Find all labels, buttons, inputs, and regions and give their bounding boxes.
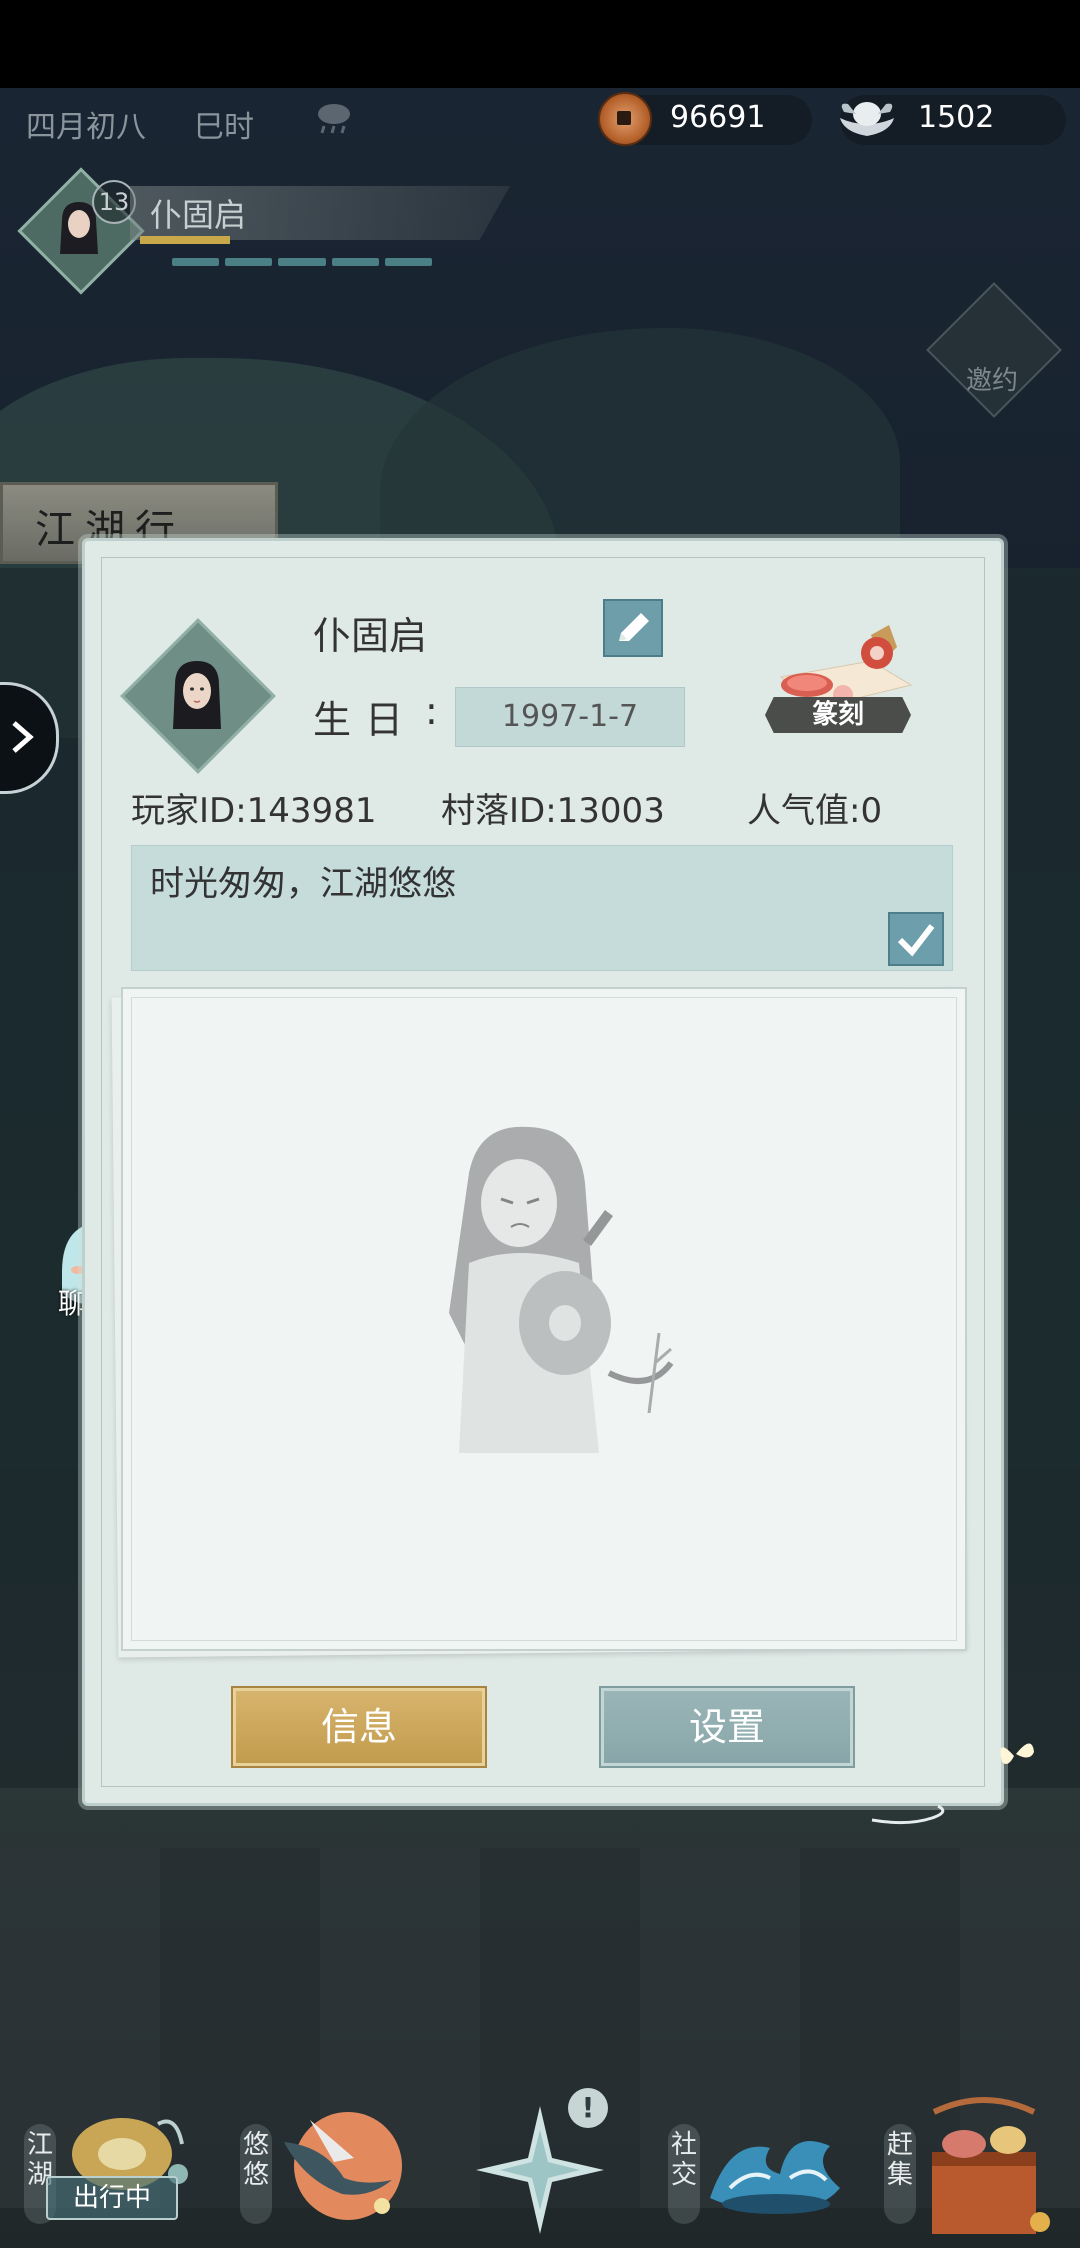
profile-panel: 仆固启 生日 : 1997-1-7 篆刻 玩家ID:143981 村落ID:13… [82,538,1004,1806]
game-hour: 巳时 [194,110,254,145]
player-id: 玩家ID:143981 [131,791,377,831]
nav-social-label[interactable]: 社交 [668,2124,700,2224]
traveling-badge[interactable]: 出行中 [46,2176,178,2220]
village-id: 村落ID:13003 [441,791,665,831]
invite-label: 邀约 [965,366,1018,396]
popularity: 人气值:0 [747,791,883,831]
butterfly-icon [1000,1743,1034,1764]
stamina-bar [172,258,433,266]
wave-social-icon[interactable] [700,2108,850,2218]
birthday-label: 生日 [313,698,418,742]
birthday-colon: : [425,689,438,733]
notification-exclamation-icon: ! [568,2088,608,2128]
profile-name: 仆固启 [313,614,428,658]
check-icon [897,924,935,957]
birthday-field[interactable]: 1997-1-7 [455,687,685,747]
signature-text: 时光匆匆，江湖悠悠 [150,864,456,904]
seal-label[interactable]: 篆刻 [765,697,911,733]
player-name: 仆固启 [150,196,247,234]
experience-bar [140,236,230,244]
character-portrait-frame[interactable] [121,987,967,1651]
silver-ingot-icon [840,102,894,136]
status-bar [0,0,1080,88]
profile-avatar[interactable] [120,618,276,774]
avatar [173,661,221,729]
bottom-nav: 江湖 出行中 悠悠 ! 社交 赶集 [0,2080,1080,2248]
copper-coin-icon [598,92,652,146]
confirm-signature-button[interactable] [888,912,944,966]
top-bar: 四月初八 巳时 96691 1502 [0,88,1080,152]
copper-value: 96691 [670,100,766,135]
invite-button[interactable]: 邀约 [922,278,1062,418]
edit-name-button[interactable] [603,599,663,657]
chevron-right-icon [12,721,34,753]
crane-sun-icon[interactable] [264,2102,414,2232]
info-button[interactable]: 信息 [233,1688,485,1766]
cloud-rain-icon [318,104,350,134]
market-basket-icon[interactable] [914,2094,1064,2244]
signature-field[interactable]: 时光匆匆，江湖悠悠 [131,845,953,971]
pencil-icon [619,613,649,641]
game-date: 四月初八 [26,110,146,145]
sad-character-illustration [449,1126,674,1453]
wind-wisp-icon [871,1804,945,1825]
silver-value: 1502 [918,100,995,135]
player-level: 13 [92,180,136,224]
settings-button[interactable]: 设置 [601,1688,853,1766]
nav-market-label[interactable]: 赶集 [884,2124,916,2224]
